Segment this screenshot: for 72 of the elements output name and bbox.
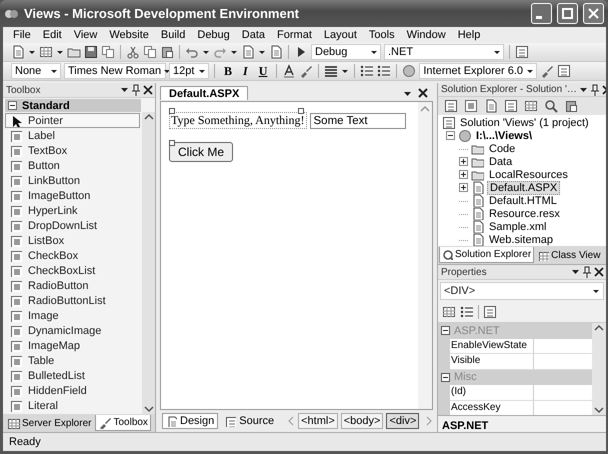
tree-item[interactable]: Sample.xml [487, 220, 548, 232]
menu-item[interactable]: File [7, 29, 37, 41]
italic-button[interactable]: I [239, 64, 252, 78]
toolbox-item[interactable]: RadioButtonList [5, 293, 140, 308]
panel-tab[interactable]: Toolbox [95, 415, 151, 431]
toolbox-item[interactable]: Button [5, 158, 140, 173]
menu-item[interactable]: Debug [191, 29, 236, 41]
tree-item[interactable]: Data [487, 156, 514, 168]
toolbox-item[interactable]: CheckBoxList [5, 263, 140, 278]
property-name: Visible [451, 355, 480, 366]
menu-item[interactable]: Website [103, 29, 155, 41]
document-tab[interactable]: Default.ASPX [160, 86, 248, 100]
underline-button[interactable]: U [254, 64, 272, 78]
toolbox-item[interactable]: BulletedList [5, 368, 140, 383]
toolbox-item[interactable]: Pointer [5, 113, 140, 128]
bold-button[interactable]: B [220, 64, 236, 78]
view-tab[interactable]: Source [221, 413, 278, 429]
view-tab[interactable]: Design [162, 413, 218, 429]
tree-item[interactable]: Resource.resx [487, 208, 562, 220]
toolbox-item[interactable]: Label [5, 128, 140, 143]
tree-item[interactable]: Solution 'Views' (1 project) [458, 116, 591, 128]
property-name: AccessKey [451, 402, 500, 412]
window-title: Views - Microsoft Development Environment [24, 6, 300, 21]
panel-tab[interactable]: Class View [535, 247, 604, 263]
tag-button[interactable]: <div> [386, 413, 420, 429]
tree-item[interactable]: Code [487, 142, 518, 154]
toolbox-item[interactable]: RadioButton [5, 278, 140, 293]
toolbox-item[interactable]: Image [5, 308, 140, 323]
platform-dropdown[interactable]: .NET [384, 44, 504, 60]
panel-tab[interactable]: Server Explorer [4, 415, 94, 431]
toolbox-item[interactable]: DynamicImage [5, 323, 140, 338]
menu-item[interactable]: Window [400, 29, 452, 41]
menu-item[interactable]: Edit [36, 29, 68, 41]
menu-item[interactable]: Layout [318, 29, 363, 41]
panel-title: Properties [441, 266, 488, 278]
tree-item[interactable]: Default.HTML [487, 194, 559, 206]
menu-item[interactable]: Help [452, 29, 486, 41]
panel-title: Toolbox [6, 84, 42, 96]
status-text: Ready [9, 436, 41, 448]
toolbox-item[interactable]: ListBox [5, 233, 140, 248]
toolbox-item[interactable]: LinkButton [5, 173, 140, 188]
font-dropdown[interactable]: Times New Roman [64, 63, 166, 79]
toolbox-item[interactable]: DropDownList [5, 218, 140, 233]
tree-item[interactable]: Web.sitemap [487, 234, 555, 246]
toolbox-item[interactable]: ImageMap [5, 338, 140, 353]
tree-item[interactable]: Default.ASPX [487, 180, 560, 194]
menu-item[interactable]: View [68, 29, 104, 41]
block-format-dropdown[interactable]: None [11, 63, 61, 79]
tree-item[interactable]: I:\...\Views\ [474, 130, 534, 142]
configuration-dropdown[interactable]: Debug [311, 44, 381, 60]
menu-item[interactable]: Format [271, 29, 318, 41]
property-name: EnableViewState [451, 340, 527, 350]
menu-item[interactable]: Data [236, 29, 272, 41]
page-button[interactable]: Click Me [169, 142, 234, 162]
toolbox-item[interactable]: Table [5, 353, 140, 368]
toolbox-item[interactable]: HyperLink [5, 203, 140, 218]
menu-item[interactable]: Build [154, 29, 192, 41]
toolbox-item[interactable]: CheckBox [5, 248, 140, 263]
tag-button[interactable]: <html> [298, 413, 338, 429]
object-dropdown[interactable]: <DIV> [440, 282, 604, 300]
toolbox-item[interactable]: TextBox [5, 143, 140, 158]
toolbox-item[interactable]: ImageButton [5, 188, 140, 203]
font-size-dropdown[interactable]: 12pt [169, 63, 209, 79]
toolbox-item[interactable]: HiddenField [5, 383, 140, 398]
property-name: (Id) [451, 386, 466, 397]
toolbox-item[interactable]: Literal [5, 398, 140, 413]
target-browser-dropdown[interactable]: Internet Explorer 6.0 [419, 63, 538, 79]
description-title: ASP.NET [442, 420, 488, 432]
tag-button[interactable]: <body> [340, 413, 384, 429]
tree-item[interactable]: LocalResources [487, 168, 570, 180]
panel-title: Solution Explorer - Solution '… [441, 84, 577, 95]
menu-item[interactable]: Tools [362, 29, 401, 41]
